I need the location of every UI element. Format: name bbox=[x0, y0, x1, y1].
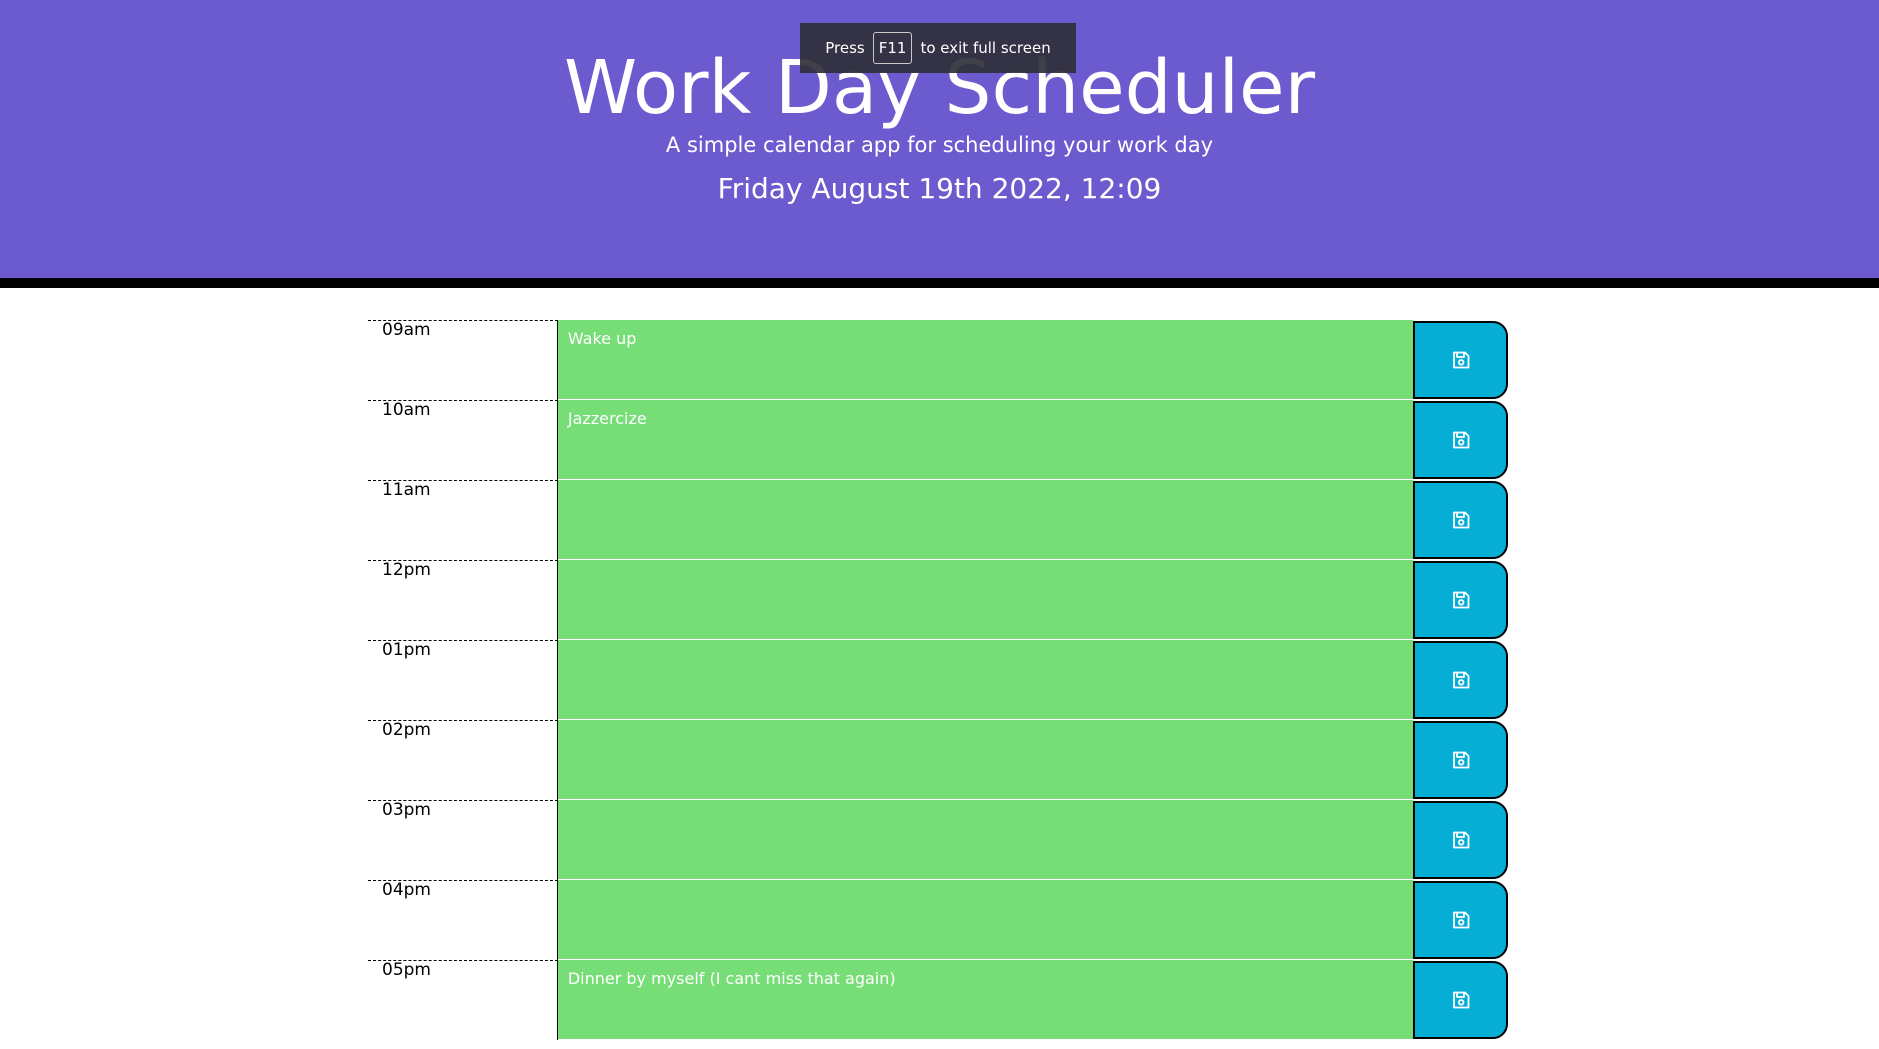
description-input[interactable] bbox=[557, 480, 1414, 560]
hour-label: 12pm bbox=[368, 560, 558, 640]
time-block-4: 01pm bbox=[368, 640, 1508, 720]
save-button[interactable] bbox=[1413, 321, 1508, 399]
time-block-7: 04pm bbox=[368, 880, 1508, 960]
description-input[interactable] bbox=[557, 880, 1414, 960]
floppy-disk-icon bbox=[1451, 510, 1471, 530]
time-block-1: 10am bbox=[368, 400, 1508, 480]
floppy-disk-icon bbox=[1451, 590, 1471, 610]
save-button[interactable] bbox=[1413, 961, 1508, 1039]
time-block-8: 05pm bbox=[368, 960, 1508, 1040]
hour-label: 10am bbox=[368, 400, 558, 480]
floppy-disk-icon bbox=[1451, 830, 1471, 850]
description-input[interactable] bbox=[557, 800, 1414, 880]
toast-suffix-text: to exit full screen bbox=[920, 39, 1051, 57]
hour-label: 09am bbox=[368, 320, 558, 400]
description-input[interactable] bbox=[557, 400, 1414, 480]
description-input[interactable] bbox=[557, 640, 1414, 720]
hour-label: 01pm bbox=[368, 640, 558, 720]
time-block-0: 09am bbox=[368, 320, 1508, 400]
toast-press-text: Press bbox=[825, 39, 865, 57]
hour-label: 03pm bbox=[368, 800, 558, 880]
save-button[interactable] bbox=[1413, 881, 1508, 959]
fullscreen-toast: Press F11 to exit full screen bbox=[800, 23, 1076, 73]
current-day: Friday August 19th 2022, 12:09 bbox=[717, 172, 1162, 205]
scheduler-container: 09am 10am 11am 12pm 01pm 02pm 03pm 04pm bbox=[368, 320, 1508, 1040]
time-block-3: 12pm bbox=[368, 560, 1508, 640]
description-input[interactable] bbox=[557, 960, 1414, 1040]
hour-label: 05pm bbox=[368, 960, 558, 1040]
app-lead: A simple calendar app for scheduling you… bbox=[665, 133, 1214, 157]
save-button[interactable] bbox=[1413, 561, 1508, 639]
toast-key-f11: F11 bbox=[872, 32, 913, 64]
floppy-disk-icon bbox=[1451, 430, 1471, 450]
description-input[interactable] bbox=[557, 320, 1414, 400]
save-button[interactable] bbox=[1413, 401, 1508, 479]
floppy-disk-icon bbox=[1451, 750, 1471, 770]
time-block-6: 03pm bbox=[368, 800, 1508, 880]
floppy-disk-icon bbox=[1451, 670, 1471, 690]
save-button[interactable] bbox=[1413, 801, 1508, 879]
description-input[interactable] bbox=[557, 560, 1414, 640]
floppy-disk-icon bbox=[1451, 350, 1471, 370]
description-input[interactable] bbox=[557, 720, 1414, 800]
save-button[interactable] bbox=[1413, 481, 1508, 559]
hour-label: 02pm bbox=[368, 720, 558, 800]
save-button[interactable] bbox=[1413, 641, 1508, 719]
floppy-disk-icon bbox=[1451, 990, 1471, 1010]
hour-label: 04pm bbox=[368, 880, 558, 960]
time-block-2: 11am bbox=[368, 480, 1508, 560]
floppy-disk-icon bbox=[1451, 910, 1471, 930]
save-button[interactable] bbox=[1413, 721, 1508, 799]
hour-label: 11am bbox=[368, 480, 558, 560]
time-block-5: 02pm bbox=[368, 720, 1508, 800]
